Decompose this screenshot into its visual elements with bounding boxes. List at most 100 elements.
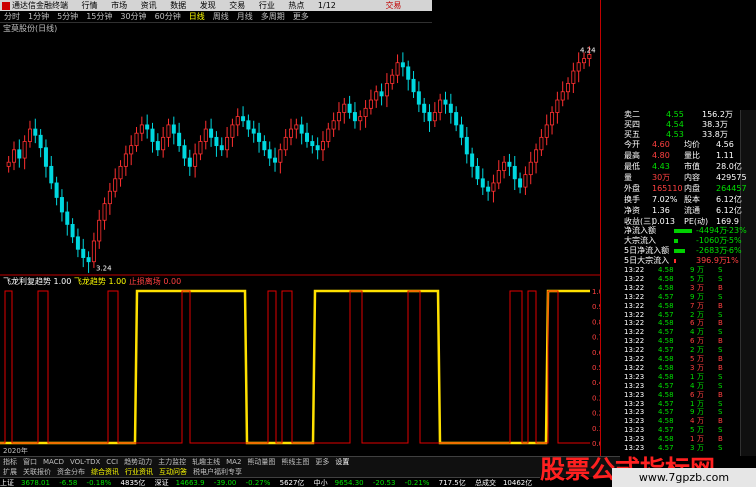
period-8[interactable]: 月线 bbox=[237, 12, 253, 21]
quote-row: 量 30万 内容 429575 bbox=[624, 173, 747, 183]
tick-price: 4.58 bbox=[658, 435, 674, 444]
period-10[interactable]: 更多 bbox=[293, 12, 309, 21]
tick-row: 13:23 4.57 4 万 S bbox=[624, 382, 740, 391]
tick-side: S bbox=[718, 274, 723, 283]
indicator-axis-label: 0.30 bbox=[592, 394, 600, 402]
menu-news[interactable]: 资讯 bbox=[141, 1, 157, 10]
orderbook-price: 4.54 bbox=[666, 120, 684, 129]
period-2[interactable]: 5分钟 bbox=[57, 12, 78, 21]
period-6[interactable]: 日线 bbox=[189, 12, 205, 21]
candle-body bbox=[27, 128, 32, 142]
zx-label[interactable]: 中小 bbox=[314, 479, 328, 487]
scroll-marker bbox=[742, 392, 754, 402]
extension-tab-0[interactable]: 扩展 bbox=[3, 468, 17, 476]
quote-label: 市值 bbox=[684, 162, 700, 171]
menu-hot[interactable]: 热点 bbox=[288, 1, 304, 10]
candle-body bbox=[384, 83, 389, 97]
indicator-tab-0[interactable]: 指标 bbox=[3, 458, 17, 466]
menu-discover[interactable]: 发现 bbox=[200, 1, 216, 10]
tick-row: 13:23 4.57 1 万 S bbox=[624, 400, 740, 409]
indicator-tab-12[interactable]: 设置 bbox=[335, 458, 349, 466]
extension-tab-6[interactable]: 税电户福利专享 bbox=[193, 468, 242, 476]
app-name: 通达信金融终端 bbox=[12, 1, 68, 10]
tick-row: 13:22 4.57 9 万 S bbox=[624, 293, 740, 302]
period-3[interactable]: 15分钟 bbox=[86, 12, 112, 21]
indicator-tab-6[interactable]: 主力监控 bbox=[158, 458, 186, 466]
indicator-chart[interactable]: 1.00 0.90 0.80 0.70 0.60 0.50 0.40 0.30 0.20 0.10… bbox=[0, 287, 600, 447]
tick-volume: 9 bbox=[690, 292, 695, 301]
candle-body bbox=[486, 186, 491, 192]
quote-value: 6.12亿 bbox=[716, 195, 742, 204]
indicator-tab-9[interactable]: 熊动量图 bbox=[247, 458, 275, 466]
candle-body bbox=[406, 66, 411, 80]
orderbook-row: 买四 4.54 38.3万 bbox=[624, 120, 740, 130]
tick-volume-unit: 万 bbox=[697, 337, 704, 346]
extension-tab-bar: 扩展 关联报价 资金分布 综合资讯 行业资讯 互动问答 税电户福利专享 bbox=[0, 467, 620, 477]
indicator-value: 1.00 bbox=[53, 277, 72, 286]
login-button[interactable]: 交易 bbox=[385, 1, 401, 10]
sz-label[interactable]: 深证 bbox=[155, 479, 169, 487]
candle-body bbox=[33, 128, 38, 136]
total-label: 总成交 bbox=[474, 479, 496, 487]
menu-trade[interactable]: 交易 bbox=[229, 1, 245, 10]
period-1[interactable]: 1分钟 bbox=[28, 12, 49, 21]
menu-market[interactable]: 市场 bbox=[111, 1, 127, 10]
quote-row: 换手 7.02% 股本 6.12亿 bbox=[624, 195, 742, 205]
extension-tab-4[interactable]: 行业资讯 bbox=[125, 468, 153, 476]
extension-tab-1[interactable]: 关联报价 bbox=[23, 468, 51, 476]
period-5[interactable]: 60分钟 bbox=[155, 12, 181, 21]
quote-label: 股本 bbox=[684, 195, 700, 204]
scroll-marker bbox=[742, 332, 754, 342]
scroll-marker bbox=[742, 322, 754, 332]
candle-body bbox=[225, 136, 230, 151]
tick-volume: 7 bbox=[690, 301, 695, 310]
tick-volume-unit: 万 bbox=[697, 426, 704, 435]
extension-tab-2[interactable]: 资金分布 bbox=[57, 468, 85, 476]
period-4[interactable]: 30分钟 bbox=[120, 12, 146, 21]
menu-industry[interactable]: 行业 bbox=[259, 1, 275, 10]
indicator-tab-3[interactable]: VOL-TDX bbox=[70, 458, 100, 466]
sh-label[interactable]: 上证 bbox=[0, 479, 14, 487]
period-7[interactable]: 周线 bbox=[213, 12, 229, 21]
candle-body bbox=[246, 120, 251, 130]
indicator-tab-1[interactable]: 窗口 bbox=[23, 458, 37, 466]
flow-label: 净流入额 bbox=[624, 226, 656, 235]
candlestick-chart[interactable]: 4.294.104.003.903.803.703.603.503.404.24… bbox=[0, 34, 600, 276]
tick-side: S bbox=[718, 426, 723, 435]
indicator-tab-10[interactable]: 熊线主图 bbox=[281, 458, 309, 466]
candle-body bbox=[512, 165, 517, 180]
tick-time: 13:22 bbox=[624, 266, 645, 274]
period-0[interactable]: 分时 bbox=[4, 12, 20, 21]
extension-tab-3[interactable]: 综合资讯 bbox=[91, 468, 119, 476]
scroll-marker bbox=[742, 142, 754, 152]
low-price-label: 3.24 bbox=[96, 265, 112, 273]
indicator-tab-2[interactable]: MACD bbox=[43, 458, 64, 466]
flow-value: -1060万 bbox=[696, 236, 728, 245]
menu-quotes[interactable]: 行情 bbox=[82, 1, 98, 10]
quote-row: 外盘 165110 内盘 264457 bbox=[624, 184, 747, 194]
period-9[interactable]: 多周期 bbox=[261, 12, 285, 21]
candle-body bbox=[113, 178, 118, 192]
tick-price: 4.58 bbox=[658, 390, 674, 399]
tick-time: 13:22 bbox=[624, 301, 645, 310]
tick-volume: 1 bbox=[690, 435, 695, 444]
menu-data[interactable]: 数据 bbox=[170, 1, 186, 10]
indicator-tab-7[interactable]: 轧趣主线 bbox=[192, 458, 220, 466]
candle-body bbox=[235, 116, 240, 126]
menu-page[interactable]: 1/12 bbox=[318, 1, 336, 10]
tick-volume: 9 bbox=[690, 266, 695, 274]
tick-row: 13:23 4.57 5 万 S bbox=[624, 426, 740, 435]
indicator-tab-4[interactable]: CCI bbox=[106, 458, 118, 466]
indicator-tab-11[interactable]: 更多 bbox=[315, 458, 329, 466]
indicator-tab-5[interactable]: 趋势动力 bbox=[124, 458, 152, 466]
candle-body bbox=[182, 145, 187, 159]
candle-body bbox=[22, 141, 27, 159]
tick-price: 4.58 bbox=[658, 266, 674, 274]
tick-volume-unit: 万 bbox=[697, 399, 704, 408]
extension-tab-5[interactable]: 互动问答 bbox=[159, 468, 187, 476]
quote-row: 今开 4.60 均价 4.56 bbox=[624, 140, 740, 150]
indicator-tab-8[interactable]: MA2 bbox=[226, 458, 241, 466]
indicator-axis-label: 0.90 bbox=[592, 303, 600, 311]
tick-time: 13:22 bbox=[624, 310, 645, 319]
candle-body bbox=[49, 165, 54, 184]
